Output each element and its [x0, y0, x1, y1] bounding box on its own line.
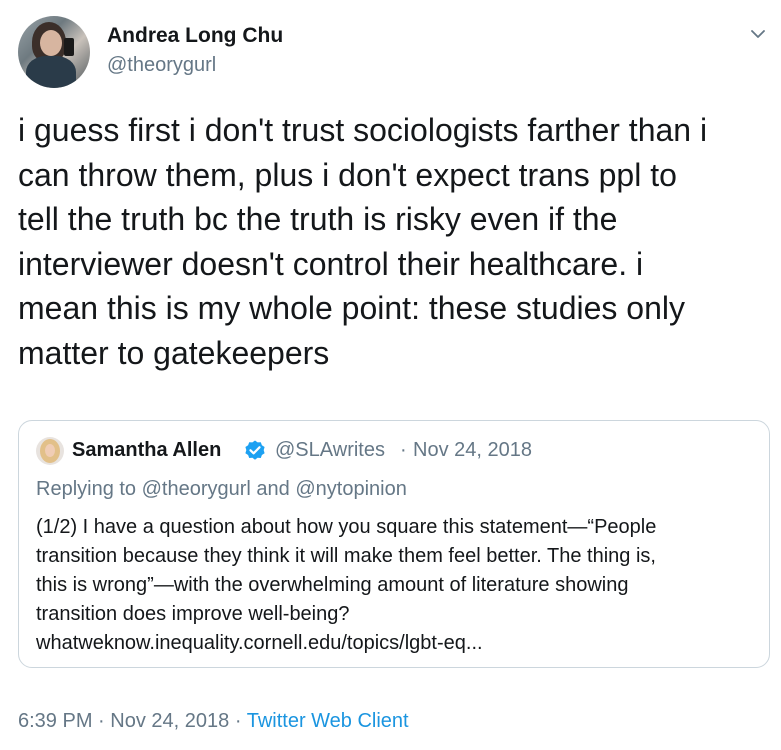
meta-separator: · — [98, 710, 105, 732]
quoted-avatar-face — [45, 444, 55, 457]
verified-badge-icon — [245, 440, 265, 460]
quoted-meta-separator: · — [400, 439, 407, 461]
client-link[interactable]: Twitter Web Client — [247, 710, 409, 732]
quoted-author-display-name: Samantha Allen — [72, 439, 222, 461]
tweet-meta: 6:39 PM · Nov 24, 2018 · Twitter Web Cli… — [18, 710, 409, 733]
tweet: Andrea Long Chu @theorygurl i guess firs… — [0, 0, 781, 750]
avatar-body — [26, 56, 76, 88]
tweet-date[interactable]: Nov 24, 2018 — [110, 710, 229, 732]
quoted-author-avatar — [36, 437, 64, 465]
author-display-name[interactable]: Andrea Long Chu — [107, 24, 283, 48]
quoted-tweet-text: (1/2) I have a question about how you sq… — [36, 516, 657, 654]
quoted-author-handle: @SLAwrites — [275, 439, 385, 461]
chevron-down-icon[interactable] — [748, 24, 768, 44]
author-avatar[interactable] — [18, 16, 90, 88]
tweet-text: i guess first i don't trust sociologists… — [18, 112, 708, 371]
quoted-tweet-date: Nov 24, 2018 — [413, 439, 532, 461]
avatar-phone — [64, 38, 74, 56]
author-handle[interactable]: @theorygurl — [107, 54, 216, 77]
meta-separator: · — [234, 710, 242, 732]
tweet-time[interactable]: 6:39 PM — [18, 710, 92, 732]
quoted-tweet-card[interactable]: Samantha Allen @SLAwrites · Nov 24, 2018… — [18, 420, 770, 668]
quoted-replying-to: Replying to @theorygurl and @nytopinion — [36, 478, 407, 500]
avatar-face — [40, 30, 62, 56]
